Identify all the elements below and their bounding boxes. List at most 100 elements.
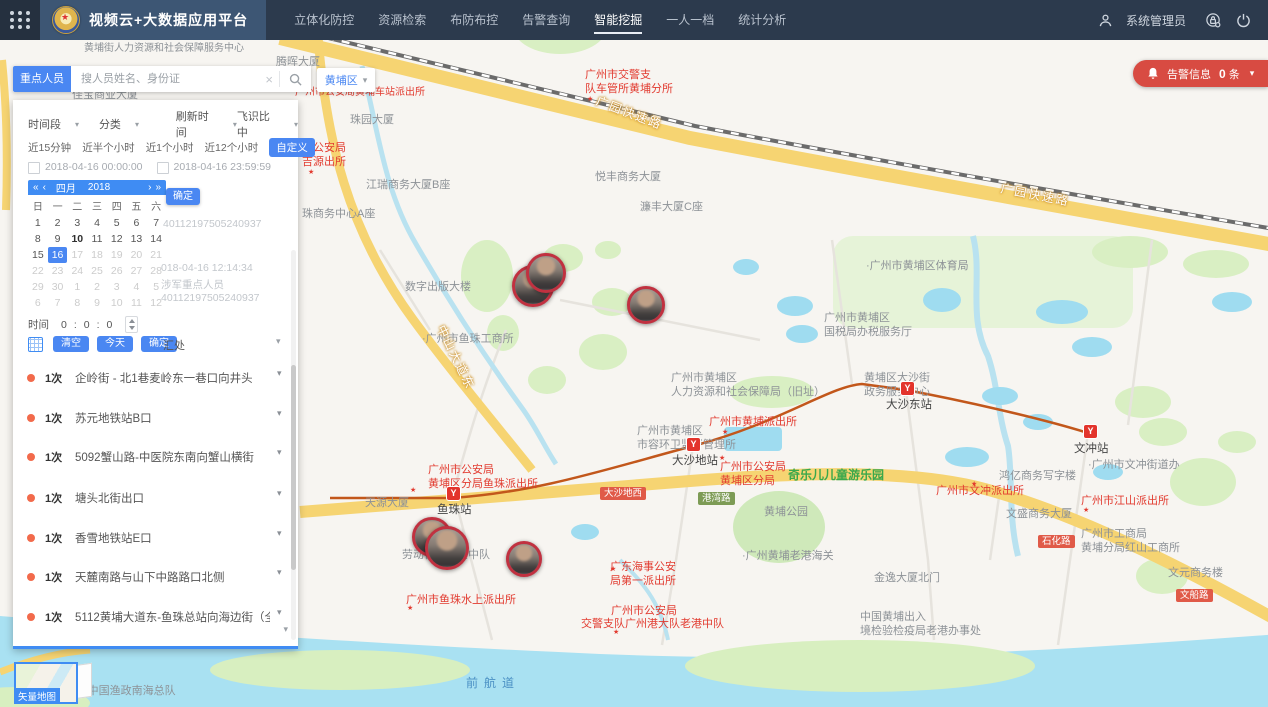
quick-range-4[interactable]: 近12个小时 xyxy=(205,140,259,155)
district-dropdown[interactable]: 黄埔区 ▾ xyxy=(317,68,375,92)
filter-dropdown-1[interactable]: 时间段▾ xyxy=(28,108,99,140)
calendar-day[interactable]: 8 xyxy=(28,231,48,247)
filter-dropdown-4[interactable]: 飞识比中▾ xyxy=(237,108,298,140)
time-hours[interactable]: 0 xyxy=(61,319,67,331)
row-expand-caret-icon[interactable]: ▾ xyxy=(277,447,282,458)
date-from[interactable]: 2018-04-16 00:00:00 xyxy=(45,161,143,174)
calendar-day[interactable]: 10 xyxy=(107,295,127,311)
row-expand-caret-icon[interactable]: ▾ xyxy=(276,336,281,347)
calendar-day[interactable]: 26 xyxy=(107,263,127,279)
calendar-icon[interactable] xyxy=(28,162,40,174)
calendar-day[interactable]: 7 xyxy=(48,295,68,311)
grid-view-icon[interactable] xyxy=(28,337,43,352)
calendar-day[interactable]: 12 xyxy=(146,295,166,311)
person-avatar-marker[interactable] xyxy=(506,541,542,577)
user-icon[interactable] xyxy=(1091,5,1121,35)
brand-block[interactable]: ★ 视频云+大数据应用平台 xyxy=(40,0,266,40)
calendar-day[interactable]: 8 xyxy=(67,295,87,311)
calendar-day[interactable]: 1 xyxy=(28,215,48,231)
search-category-tag[interactable]: 重点人员 xyxy=(13,66,71,92)
quick-range-3[interactable]: 近1个小时 xyxy=(146,140,194,155)
username[interactable]: 系统管理员 xyxy=(1126,12,1186,29)
calendar-day[interactable]: 28 xyxy=(146,263,166,279)
time-minutes[interactable]: 0 xyxy=(84,319,90,331)
calendar-year[interactable]: 2018 xyxy=(88,182,110,193)
calendar-day[interactable]: 2 xyxy=(87,279,107,295)
row-expand-caret-icon[interactable]: ▾ xyxy=(277,488,282,499)
next-month-icon[interactable]: › xyxy=(148,182,151,193)
calendar-day[interactable]: 18 xyxy=(87,247,107,263)
calendar-day[interactable]: 9 xyxy=(87,295,107,311)
calendar-day[interactable]: 25 xyxy=(87,263,107,279)
row-expand-caret-icon[interactable]: ▾ xyxy=(277,408,282,419)
list-item[interactable]: 1次苏元地铁站B口▾ xyxy=(13,402,298,438)
calendar-day[interactable]: 21 xyxy=(146,247,166,263)
app-grid-button[interactable] xyxy=(0,0,40,40)
nav-item-1[interactable]: 立体化防控 xyxy=(282,0,366,40)
list-end-caret-icon[interactable]: ▾ xyxy=(283,624,288,635)
nav-item-6[interactable]: 一人一档 xyxy=(654,0,726,40)
clear-icon[interactable]: × xyxy=(259,72,279,87)
calendar-confirm-button[interactable]: 确定 xyxy=(166,188,200,205)
custom-range-button[interactable]: 自定义 xyxy=(269,138,315,157)
calendar-day[interactable]: 22 xyxy=(28,263,48,279)
calendar-day[interactable]: 3 xyxy=(107,279,127,295)
search-icon[interactable] xyxy=(280,73,311,86)
power-icon[interactable] xyxy=(1228,5,1258,35)
calendar-icon[interactable] xyxy=(157,162,169,174)
quick-range-1[interactable]: 近15分钟 xyxy=(28,140,71,155)
calendar-day[interactable]: 23 xyxy=(48,263,68,279)
calendar-day[interactable]: 12 xyxy=(107,231,127,247)
filter-dropdown-3[interactable]: 刷新时间▾ xyxy=(176,108,237,140)
calendar-day[interactable]: 1 xyxy=(67,279,87,295)
calendar-day[interactable]: 13 xyxy=(127,231,147,247)
calendar-day[interactable]: 10 xyxy=(67,231,87,247)
calendar-day[interactable]: 7 xyxy=(146,215,166,231)
calendar-day[interactable]: 30 xyxy=(48,279,68,295)
calendar-month[interactable]: 四月 xyxy=(56,180,76,195)
quick-range-2[interactable]: 近半个小时 xyxy=(82,140,135,155)
person-avatar-marker[interactable] xyxy=(627,286,665,324)
calendar-day[interactable]: 24 xyxy=(67,263,87,279)
calendar-day[interactable]: 14 xyxy=(146,231,166,247)
minimap[interactable]: 矢量地图 xyxy=(14,662,78,704)
calendar-day[interactable]: 19 xyxy=(107,247,127,263)
calendar-day[interactable]: 4 xyxy=(87,215,107,231)
alarm-chevron-icon[interactable]: ▾ xyxy=(1250,68,1255,79)
nav-item-4[interactable]: 告警查询 xyxy=(510,0,582,40)
calendar-day[interactable]: 27 xyxy=(127,263,147,279)
filter-dropdown-2[interactable]: 分类▾ xyxy=(99,108,176,140)
list-item[interactable]: 1次天麓南路与山下中路路口北侧▾ xyxy=(13,561,298,597)
list-item[interactable]: 1次5112黄埔大道东-鱼珠总站向海边街（全）▾ xyxy=(13,601,298,637)
person-avatar-marker[interactable] xyxy=(425,526,469,570)
calendar-day[interactable]: 5 xyxy=(107,215,127,231)
nav-item-5[interactable]: 智能挖掘 xyxy=(582,0,654,40)
calendar-day[interactable]: 6 xyxy=(28,295,48,311)
next-year-icon[interactable]: » xyxy=(155,182,161,193)
list-item[interactable]: 1次5092蟹山路-中医院东南向蟹山横街▾ xyxy=(13,441,298,477)
calendar-day[interactable]: 16 xyxy=(48,247,68,263)
calendar-day[interactable]: 29 xyxy=(28,279,48,295)
calendar-day[interactable]: 9 xyxy=(48,231,68,247)
calendar-day[interactable]: 11 xyxy=(127,295,147,311)
date-to[interactable]: 2018-04-16 23:59:59 xyxy=(174,161,272,174)
nav-item-3[interactable]: 布防布控 xyxy=(438,0,510,40)
row-expand-caret-icon[interactable]: ▾ xyxy=(277,368,282,379)
row-expand-caret-icon[interactable]: ▾ xyxy=(277,567,282,578)
list-item[interactable]: 1次香雪地铁站E口▾ xyxy=(13,522,298,558)
person-avatar-marker[interactable] xyxy=(526,253,566,293)
list-item[interactable]: 1次塘头北街出口▾ xyxy=(13,482,298,518)
calendar-day[interactable]: 20 xyxy=(127,247,147,263)
list-item[interactable]: 1次企岭街 - 北1巷麦岭东一巷口向井头▾ xyxy=(13,362,298,398)
scrollbar-thumb[interactable] xyxy=(291,365,296,570)
time-seconds[interactable]: 0 xyxy=(107,319,113,331)
nav-item-7[interactable]: 统计分析 xyxy=(726,0,798,40)
time-stepper[interactable] xyxy=(125,316,138,333)
clear-button[interactable]: 清空 xyxy=(53,336,89,352)
calendar-day[interactable]: 3 xyxy=(67,215,87,231)
row-expand-caret-icon[interactable]: ▾ xyxy=(277,607,282,618)
calendar-day[interactable]: 11 xyxy=(87,231,107,247)
prev-month-icon[interactable]: ‹ xyxy=(43,182,46,193)
calendar-day[interactable]: 17 xyxy=(67,247,87,263)
alarm-pill[interactable]: 告警信息 0 条 ▾ xyxy=(1133,60,1268,87)
